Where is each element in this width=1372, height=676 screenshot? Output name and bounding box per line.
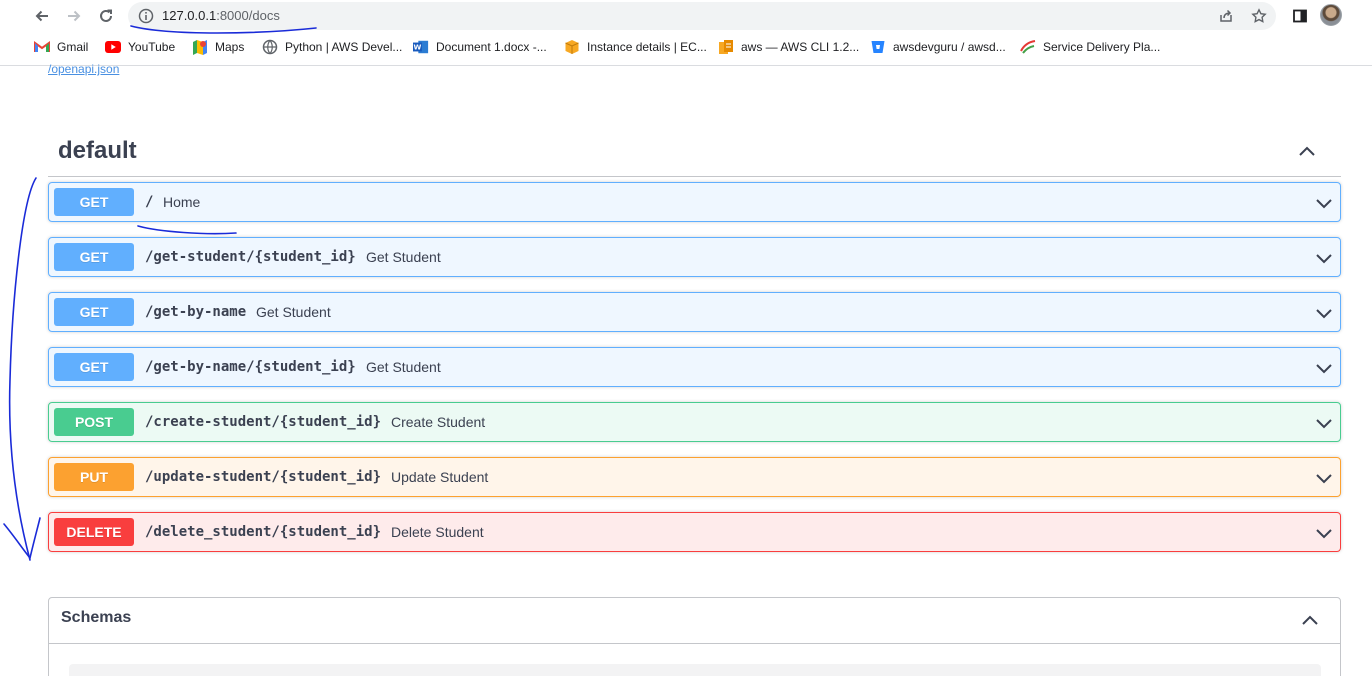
url-text: 127.0.0.1:8000/docs xyxy=(162,8,280,24)
method-badge: PUT xyxy=(54,463,134,491)
bookmark-label: aws — AWS CLI 1.2... xyxy=(741,40,860,54)
operation-summary: Get Student xyxy=(256,304,331,320)
bookmark-aws-cli[interactable]: aws — AWS CLI 1.2... xyxy=(718,38,859,56)
chevron-down-icon[interactable] xyxy=(1314,468,1334,488)
bookmark-instance-details[interactable]: Instance details | EC... xyxy=(564,38,707,56)
browser-toolbar: 127.0.0.1:8000/docs xyxy=(0,0,1372,33)
bookmark-label: Python | AWS Devel... xyxy=(285,40,403,54)
aws-box-icon xyxy=(564,39,580,55)
side-panel-icon[interactable] xyxy=(1289,5,1311,27)
bookmark-python-aws[interactable]: Python | AWS Devel... xyxy=(262,38,402,56)
method-badge: DELETE xyxy=(54,518,134,546)
chevron-down-icon[interactable] xyxy=(1314,358,1334,378)
method-badge: GET xyxy=(54,188,134,216)
share-icon[interactable] xyxy=(1216,7,1236,25)
operation-path: /update-student/{student_id} xyxy=(145,469,382,485)
operation-get-row[interactable]: GET/get-by-name/{student_id} Get Student xyxy=(48,347,1341,387)
bookmark-service-delivery[interactable]: Service Delivery Pla... xyxy=(1020,38,1160,56)
url-path: :8000/docs xyxy=(216,8,280,23)
bookmark-document[interactable]: W Document 1.docx -... xyxy=(413,38,547,56)
operation-summary: Get Student xyxy=(366,359,441,375)
chevron-down-icon[interactable] xyxy=(1314,303,1334,323)
chevron-up-icon[interactable] xyxy=(1297,141,1317,161)
operation-summary: Home xyxy=(163,194,201,210)
word-icon: W xyxy=(413,39,429,55)
schemas-header[interactable]: Schemas xyxy=(49,598,1340,644)
tag-section-default[interactable]: default xyxy=(48,127,1341,177)
bookmark-label: Gmail xyxy=(57,40,89,54)
address-bar[interactable]: 127.0.0.1:8000/docs xyxy=(128,2,1276,30)
bracket-arrow-annotation xyxy=(8,177,37,561)
operation-summary: Delete Student xyxy=(391,524,484,540)
aws-cli-icon xyxy=(718,39,734,55)
method-badge: GET xyxy=(54,298,134,326)
bookmark-star-icon[interactable] xyxy=(1249,7,1269,25)
operation-put-row[interactable]: PUT/update-student/{student_id} Update St… xyxy=(48,457,1341,497)
home-path-underline-annotation xyxy=(137,225,237,235)
globe-icon xyxy=(262,39,278,55)
chevron-down-icon[interactable] xyxy=(1314,413,1334,433)
operation-path: /get-by-name/{student_id} xyxy=(145,359,356,375)
url-host: 127.0.0.1 xyxy=(162,8,217,23)
chevron-down-icon[interactable] xyxy=(1314,193,1334,213)
schemas-title: Schemas xyxy=(61,609,132,626)
profile-avatar[interactable] xyxy=(1320,4,1342,26)
operation-summary: Get Student xyxy=(366,249,441,265)
arrowhead-annotation xyxy=(3,517,41,560)
youtube-icon xyxy=(105,39,121,55)
bitbucket-icon xyxy=(870,39,886,55)
bookmark-label: Service Delivery Pla... xyxy=(1043,40,1161,54)
operation-summary: Update Student xyxy=(391,469,489,485)
method-badge: POST xyxy=(54,408,134,436)
bookmarks-bar: Gmail YouTube Maps Python | AWS Devel...… xyxy=(0,33,1372,61)
bookmark-maps[interactable]: Maps xyxy=(192,38,244,56)
operation-path: /get-student/{student_id} xyxy=(145,249,356,265)
bookmark-label: Document 1.docx -... xyxy=(436,40,547,54)
bookmark-label: YouTube xyxy=(128,40,176,54)
operation-path: / xyxy=(145,194,154,210)
schemas-model-container xyxy=(69,664,1321,676)
bookmark-youtube[interactable]: YouTube xyxy=(105,38,175,56)
pen-annotation-overlay xyxy=(3,25,317,561)
method-badge: GET xyxy=(54,353,134,381)
service-delivery-icon xyxy=(1020,39,1036,55)
operation-path: /delete_student/{student_id} xyxy=(145,524,382,540)
site-info-icon[interactable] xyxy=(138,8,154,24)
operation-post-row[interactable]: POST/create-student/{student_id} Create S… xyxy=(48,402,1341,442)
chrome-divider xyxy=(0,65,1372,66)
schemas-section: Schemas xyxy=(48,597,1341,676)
bookmark-label: awsdevguru / awsd... xyxy=(893,40,1006,54)
svg-text:W: W xyxy=(414,43,422,52)
maps-icon xyxy=(192,39,208,55)
operation-get-row[interactable]: GET/get-student/{student_id} Get Student xyxy=(48,237,1341,277)
reload-icon[interactable] xyxy=(94,5,118,27)
tag-title: default xyxy=(58,137,137,164)
forward-icon[interactable] xyxy=(62,5,86,27)
bookmark-awsdevguru[interactable]: awsdevguru / awsd... xyxy=(870,38,1006,56)
operation-get-row[interactable]: GET / Home xyxy=(48,182,1341,222)
operation-delete-row[interactable]: DELETE/delete_student/{student_id} Delete… xyxy=(48,512,1341,552)
back-icon[interactable] xyxy=(30,5,54,27)
bookmark-label: Maps xyxy=(215,40,245,54)
openapi-json-link[interactable]: /openapi.json xyxy=(48,62,119,76)
chevron-down-icon[interactable] xyxy=(1314,248,1334,268)
bookmark-gmail[interactable]: Gmail xyxy=(34,38,88,56)
chevron-down-icon[interactable] xyxy=(1314,523,1334,543)
operation-path: /create-student/{student_id} xyxy=(145,414,382,430)
operation-get-row[interactable]: GET/get-by-name Get Student xyxy=(48,292,1341,332)
operation-summary: Create Student xyxy=(391,414,486,430)
bookmark-label: Instance details | EC... xyxy=(587,40,707,54)
chevron-up-icon[interactable] xyxy=(1300,610,1320,630)
gmail-icon xyxy=(34,39,50,55)
method-badge: GET xyxy=(54,243,134,271)
operation-path: /get-by-name xyxy=(145,304,247,320)
